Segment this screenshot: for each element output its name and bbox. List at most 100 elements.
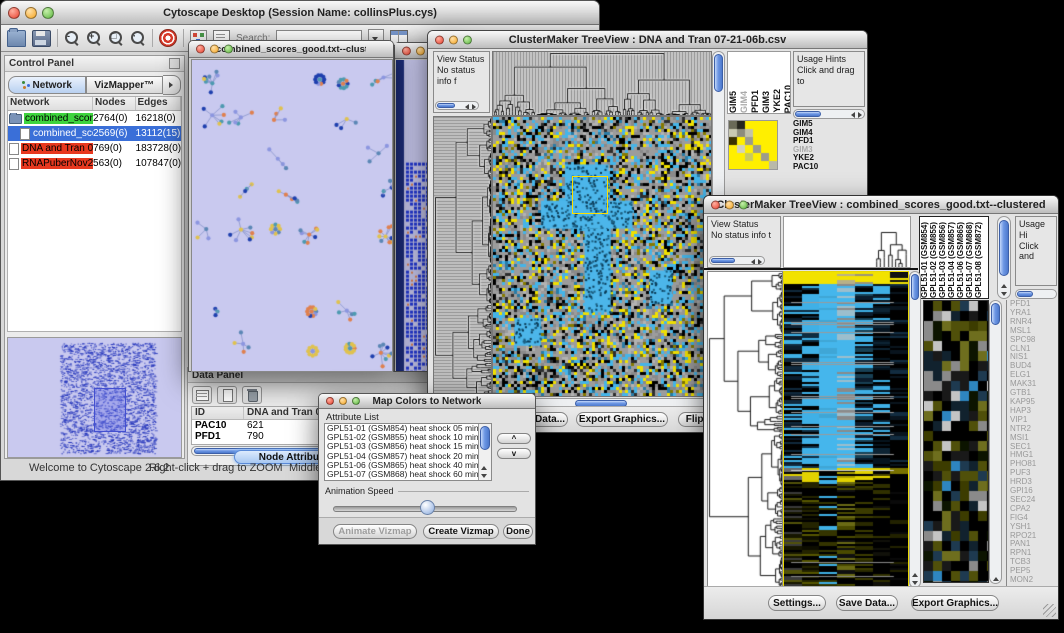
scroll-right-icon[interactable] xyxy=(858,112,862,118)
zoom-out-icon[interactable]: - xyxy=(64,30,80,46)
animate-vizmap-button[interactable]: Animate Vizmap xyxy=(333,524,417,539)
column-header-network[interactable]: Network xyxy=(8,97,93,110)
column-label[interactable]: GPL51-04 (GSM857) xyxy=(948,222,956,298)
settings-button[interactable]: Settings... xyxy=(768,595,826,611)
column-label[interactable]: PFD1 xyxy=(751,90,760,113)
network-row[interactable]: combined_scores_ 2764(0) 16218(0) xyxy=(8,111,181,126)
global-heatmap[interactable] xyxy=(492,116,712,397)
float-panel-icon[interactable] xyxy=(169,58,180,69)
row-dendrogram[interactable] xyxy=(707,271,783,588)
zoom-window-icon[interactable] xyxy=(352,397,360,405)
close-icon[interactable] xyxy=(435,35,444,44)
dialog-titlebar[interactable]: Map Colors to Network xyxy=(319,394,535,409)
zoom-fit-icon[interactable]: □ xyxy=(108,30,124,46)
close-icon[interactable] xyxy=(196,45,205,54)
scroll-up-icon[interactable] xyxy=(1001,284,1007,288)
zoom-window-icon[interactable] xyxy=(42,7,54,19)
scroll-up-icon[interactable] xyxy=(481,466,487,470)
scrollbar-thumb[interactable] xyxy=(714,54,723,92)
help-icon[interactable] xyxy=(159,29,177,47)
treeview2-titlebar[interactable]: ClusterMaker TreeView : combined_scores_… xyxy=(704,196,1058,214)
view-status-scrollbar[interactable] xyxy=(709,256,765,265)
global-heatmap[interactable] xyxy=(783,271,909,588)
close-icon[interactable] xyxy=(402,46,411,55)
column-labels-scrollbar[interactable] xyxy=(997,216,1011,299)
network-row[interactable]: RNAPuberNov2+ 563(0) 107847(0) xyxy=(8,156,181,171)
zoom-window-icon[interactable] xyxy=(224,45,233,54)
scroll-right-icon[interactable] xyxy=(758,259,762,265)
move-up-button[interactable]: ^ xyxy=(497,433,531,444)
row-dendrogram[interactable] xyxy=(433,116,492,397)
minimize-icon[interactable] xyxy=(339,397,347,405)
zoom-heatmap[interactable] xyxy=(728,120,778,170)
zoom-heatmap-vscrollbar[interactable] xyxy=(989,300,1002,584)
heatmap-vscrollbar[interactable] xyxy=(909,271,921,588)
delete-attribute-icon[interactable] xyxy=(242,386,262,404)
scrollbar-thumb[interactable] xyxy=(711,258,735,263)
column-label[interactable]: PAC10 xyxy=(784,85,791,113)
column-label[interactable]: YKE2 xyxy=(773,89,782,113)
zoom-selected-icon[interactable]: · xyxy=(130,30,146,46)
scroll-left-icon[interactable] xyxy=(751,259,755,265)
column-header-nodes[interactable]: Nodes xyxy=(93,97,136,110)
tab-network[interactable]: Network xyxy=(8,76,86,94)
save-session-icon[interactable] xyxy=(32,30,51,47)
scrollbar-thumb[interactable] xyxy=(999,220,1009,276)
close-icon[interactable] xyxy=(326,397,334,405)
attribute-list[interactable]: GPL51-01 (GSM854) heat shock 05 minGPL51… xyxy=(324,423,492,481)
save-data-button[interactable]: Save Data... xyxy=(836,595,898,611)
scroll-left-icon[interactable] xyxy=(465,104,469,110)
column-dendrogram[interactable] xyxy=(492,51,712,116)
column-dendrogram[interactable] xyxy=(874,231,908,267)
new-attribute-icon[interactable] xyxy=(217,386,237,404)
column-label[interactable]: GPL51-06 (GSM865) xyxy=(957,222,965,298)
column-labels[interactable]: GPL51-01 (GSM854)GPL51-02 (GSM855)GPL51-… xyxy=(919,216,989,299)
scroll-right-icon[interactable] xyxy=(472,104,476,110)
network-row[interactable]: DNA and Tran 07 769(0) 183728(0) xyxy=(8,141,181,156)
scroll-down-icon[interactable] xyxy=(1001,292,1007,296)
export-graphics-button[interactable]: Export Graphics... xyxy=(911,595,999,611)
scrollbar-thumb[interactable] xyxy=(480,426,490,450)
zoom-window-icon[interactable] xyxy=(463,35,472,44)
network-view-titlebar[interactable]: combined_scores_good.txt--cluste... xyxy=(189,41,393,58)
done-button[interactable]: Done xyxy=(503,524,533,539)
birdseye-selection-rect[interactable] xyxy=(94,388,126,432)
minimize-icon[interactable] xyxy=(725,200,734,209)
column-label[interactable]: GIM3 xyxy=(762,91,771,113)
move-down-button[interactable]: v xyxy=(497,448,531,459)
scroll-up-icon[interactable] xyxy=(993,577,999,581)
scroll-up-icon[interactable] xyxy=(912,573,918,577)
resize-grip[interactable] xyxy=(1043,604,1056,617)
gene-label[interactable]: MON2 xyxy=(1010,576,1058,585)
birdseye-view[interactable] xyxy=(7,337,182,458)
zoom-window-icon[interactable] xyxy=(739,200,748,209)
close-icon[interactable] xyxy=(711,200,720,209)
minimize-icon[interactable] xyxy=(25,7,37,19)
create-vizmap-button[interactable]: Create Vizmap xyxy=(423,524,499,539)
select-attributes-icon[interactable] xyxy=(192,386,212,404)
scrollbar-thumb[interactable] xyxy=(911,274,919,300)
scrollbar-thumb[interactable] xyxy=(1017,291,1033,297)
minimize-icon[interactable] xyxy=(416,46,425,55)
attribute-item[interactable]: GPL51-07 (GSM868) heat shock 60 min xyxy=(325,470,491,479)
row-labels[interactable]: GIM5GIM4PFD1GIM3YKE2PAC10 xyxy=(793,120,839,174)
minimize-icon[interactable] xyxy=(449,35,458,44)
scrollbar-thumb[interactable] xyxy=(795,111,821,117)
scroll-down-icon[interactable] xyxy=(481,474,487,478)
network-canvas[interactable] xyxy=(191,59,393,372)
scroll-left-icon[interactable] xyxy=(851,112,855,118)
zoom-in-icon[interactable]: + xyxy=(86,30,102,46)
gene-labels[interactable]: PFD1YRA1RNR4MSL1SPC98CLN1NIS1BUD4ELG1MAK… xyxy=(1006,300,1058,586)
column-header-edges[interactable]: Edges xyxy=(136,97,181,110)
column-label[interactable]: GIM5 xyxy=(729,91,738,113)
zoom-heatmap[interactable] xyxy=(923,300,989,583)
column-label[interactable]: GPL51-08 (GSM872) xyxy=(975,222,983,298)
more-tabs-button[interactable] xyxy=(163,75,181,95)
tab-vizmapper[interactable]: VizMapper™ xyxy=(86,76,164,94)
usage-hints-scrollbar[interactable] xyxy=(1015,289,1057,299)
network-row-selected[interactable]: combined_sco 2569(6) 13112(15) xyxy=(8,126,181,141)
row-label[interactable]: PAC10 xyxy=(793,163,839,172)
usage-hints-scrollbar[interactable] xyxy=(793,109,865,119)
attribute-list-scrollbar[interactable] xyxy=(478,424,491,480)
column-label[interactable]: GPL51-02 (GSM855) xyxy=(930,222,938,298)
